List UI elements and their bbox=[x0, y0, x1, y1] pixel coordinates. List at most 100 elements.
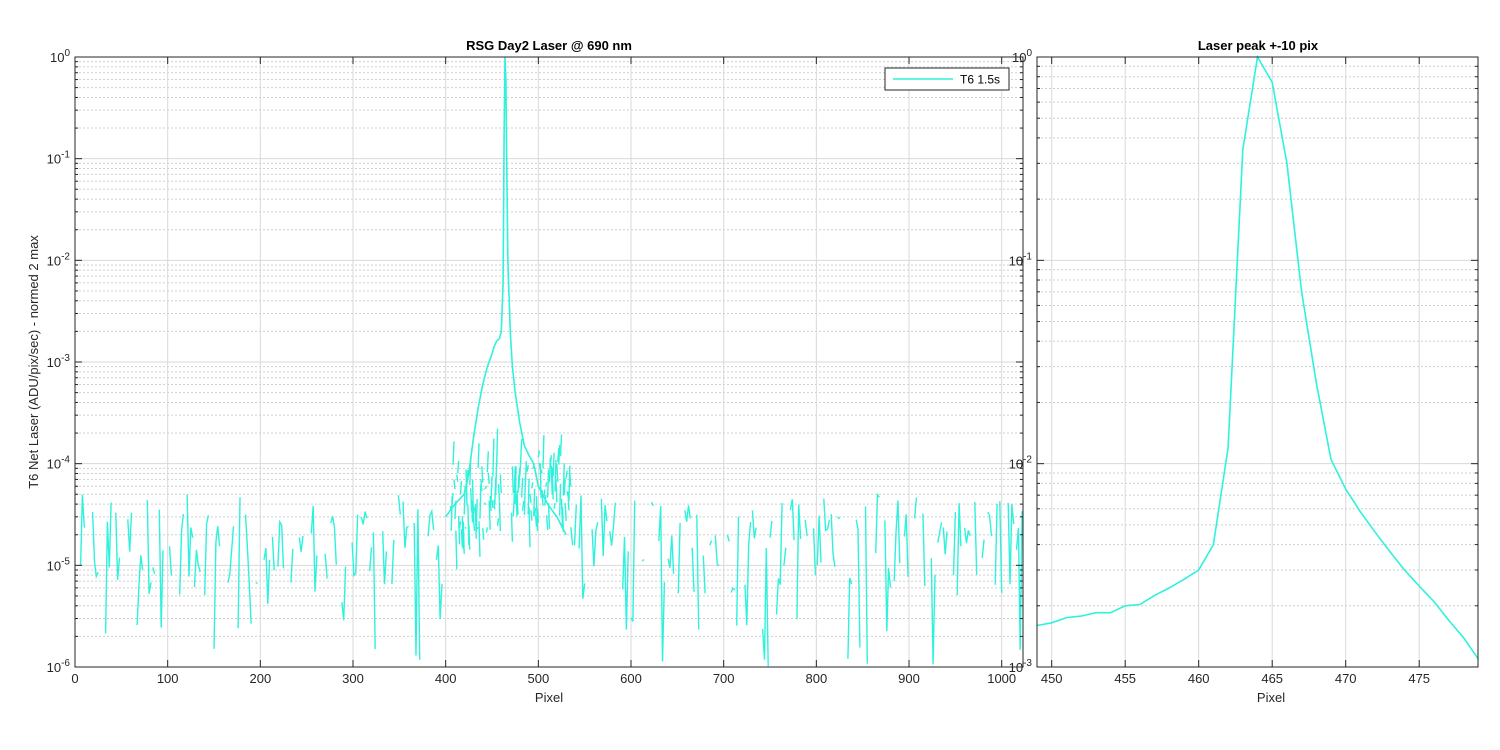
noise-segment bbox=[402, 501, 409, 548]
noise-segment bbox=[104, 502, 112, 634]
main-chart: RSG Day2 Laser @ 690 nm 10-6 10-5 10-4 10-3… bbox=[26, 38, 1024, 705]
y-tick-label: 10-3 bbox=[47, 353, 71, 370]
noise-segment bbox=[481, 466, 484, 483]
noise-segment bbox=[994, 504, 998, 585]
noise-segment bbox=[372, 532, 376, 650]
noise-segment bbox=[298, 535, 304, 552]
noise-segment bbox=[789, 498, 795, 541]
y-tick-label: 100 bbox=[1012, 48, 1032, 65]
noise-segment bbox=[244, 514, 252, 624]
x-tick-label: 460 bbox=[1188, 671, 1210, 686]
noise-segment bbox=[491, 500, 494, 509]
x-tick-label: 455 bbox=[1114, 671, 1136, 686]
noise-segment bbox=[186, 494, 194, 577]
noise-segment bbox=[830, 514, 836, 567]
noise-segment bbox=[545, 482, 548, 487]
main-chart-series-line bbox=[445, 56, 567, 536]
noise-segment bbox=[483, 488, 486, 490]
noise-segment bbox=[168, 546, 173, 576]
noise-segment bbox=[563, 478, 566, 496]
noise-segment bbox=[545, 515, 549, 530]
noise-segment bbox=[277, 519, 285, 569]
x-tick-label: 800 bbox=[805, 671, 827, 686]
noise-segment bbox=[1007, 502, 1015, 585]
noise-segment bbox=[435, 545, 443, 620]
noise-segment bbox=[255, 581, 258, 585]
main-chart-grid bbox=[74, 56, 1023, 668]
noise-segment bbox=[477, 443, 480, 469]
noise-segment bbox=[483, 502, 487, 506]
noise-segment bbox=[558, 444, 561, 465]
x-tick-label: 465 bbox=[1261, 671, 1283, 686]
legend: T6 1.5s bbox=[884, 67, 1010, 91]
noise-segment bbox=[290, 548, 294, 583]
noise-segment bbox=[937, 522, 943, 543]
noise-segment bbox=[736, 516, 740, 626]
noise-segment bbox=[714, 535, 720, 567]
noise-segment bbox=[516, 490, 519, 515]
noise-segment bbox=[709, 540, 713, 546]
noise-segment bbox=[524, 461, 527, 486]
noise-segment bbox=[884, 520, 892, 632]
noise-segment bbox=[152, 567, 156, 574]
zoom-chart-xlabel: Pixel bbox=[1257, 690, 1285, 705]
noise-segment bbox=[696, 514, 700, 630]
noise-segment bbox=[487, 472, 490, 485]
noise-segment bbox=[531, 482, 534, 489]
noise-segment bbox=[382, 531, 388, 585]
noise-segment bbox=[478, 521, 481, 557]
noise-segment bbox=[600, 498, 608, 557]
noise-segment bbox=[490, 476, 493, 502]
noise-segment bbox=[528, 507, 531, 548]
noise-segment bbox=[529, 493, 532, 504]
noise-segment bbox=[816, 515, 822, 566]
noise-segment bbox=[476, 526, 479, 530]
noise-segment bbox=[542, 435, 545, 469]
noise-segment bbox=[630, 500, 636, 622]
noise-segment bbox=[536, 508, 540, 523]
x-tick-label: 500 bbox=[527, 671, 549, 686]
noise-segment bbox=[553, 502, 556, 509]
noise-segment bbox=[684, 505, 691, 522]
noise-segment bbox=[341, 566, 347, 621]
noise-segment bbox=[641, 558, 645, 562]
noise-segment bbox=[658, 506, 666, 662]
noise-segment bbox=[987, 511, 993, 536]
noise-segment bbox=[556, 464, 559, 482]
noise-segment bbox=[453, 479, 456, 490]
noise-segment bbox=[558, 483, 562, 516]
y-tick-label: 10-3 bbox=[1009, 658, 1033, 675]
noise-segment bbox=[470, 500, 474, 523]
noise-segment bbox=[564, 502, 567, 522]
noise-segment bbox=[486, 451, 490, 473]
noise-segment bbox=[330, 516, 337, 565]
main-chart-title: RSG Day2 Laser @ 690 nm bbox=[466, 38, 632, 53]
noise-segment bbox=[471, 479, 475, 519]
zoom-chart-grid bbox=[1037, 56, 1478, 668]
y-tick-label: 10-6 bbox=[47, 658, 71, 675]
x-tick-label: 450 bbox=[1041, 671, 1063, 686]
noise-segment bbox=[485, 527, 489, 533]
legend-label: T6 1.5s bbox=[960, 73, 1000, 87]
noise-segment bbox=[127, 512, 133, 552]
noise-segment bbox=[667, 535, 675, 574]
noise-segment bbox=[452, 441, 455, 465]
noise-segment bbox=[520, 438, 523, 461]
noise-segment bbox=[569, 472, 572, 487]
zoom-chart-series-line bbox=[1036, 54, 1479, 660]
noise-segment bbox=[573, 504, 577, 546]
noise-segment bbox=[650, 501, 654, 507]
noise-segment bbox=[391, 539, 395, 585]
x-tick-label: 470 bbox=[1335, 671, 1357, 686]
noise-segment bbox=[458, 521, 462, 529]
y-tick-label: 10-2 bbox=[47, 251, 71, 268]
noise-segment bbox=[310, 505, 318, 592]
noise-segment bbox=[913, 497, 918, 519]
noise-segment bbox=[726, 534, 730, 542]
noise-segment bbox=[744, 521, 752, 626]
noise-segment bbox=[499, 474, 502, 494]
noise-segment bbox=[893, 500, 901, 582]
noise-segment bbox=[540, 469, 543, 474]
noise-segment bbox=[492, 438, 495, 477]
noise-segment bbox=[497, 483, 501, 501]
